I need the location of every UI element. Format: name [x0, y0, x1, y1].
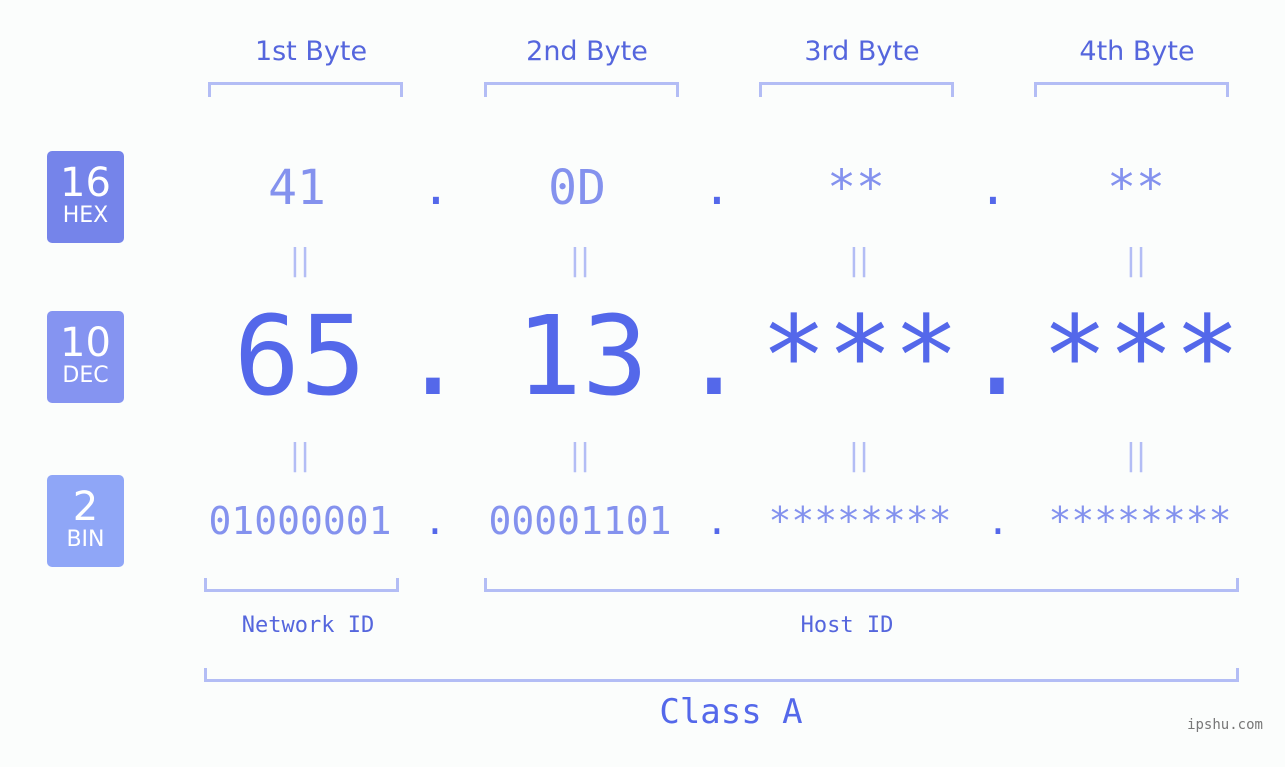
byte-header-1: 1st Byte — [254, 36, 368, 67]
hex-byte-2: 0D — [548, 160, 606, 216]
network-id-bracket — [204, 578, 399, 592]
dec-base-number: 10 — [60, 320, 111, 366]
byte-header-4: 4th Byte — [1079, 36, 1195, 67]
byte-bracket-3 — [759, 82, 954, 97]
bin-byte-2: 00001101 — [488, 499, 672, 543]
hex-separator: . — [978, 160, 1008, 216]
byte-header-3: 3rd Byte — [804, 36, 920, 67]
equals-sign: || — [569, 438, 591, 473]
bin-separator: . — [423, 499, 447, 543]
hex-byte-3: ** — [827, 160, 885, 216]
equals-sign: || — [848, 438, 870, 473]
bin-byte-1: 01000001 — [208, 499, 392, 543]
bin-separator: . — [705, 499, 729, 543]
dec-separator: . — [680, 292, 748, 420]
class-label: Class A — [659, 692, 803, 732]
dec-separator: . — [963, 292, 1031, 420]
hex-separator: . — [421, 160, 451, 216]
network-id-label: Network ID — [241, 613, 375, 638]
byte-bracket-1 — [208, 82, 403, 97]
hex-base-label: HEX — [62, 203, 109, 228]
equals-sign: || — [1125, 243, 1147, 278]
dec-separator: . — [399, 292, 467, 420]
equals-sign: || — [289, 438, 311, 473]
hex-separator: . — [702, 160, 732, 216]
dec-badge: 10 DEC — [47, 311, 124, 403]
bin-base-number: 2 — [72, 484, 99, 530]
hex-byte-1: 41 — [268, 160, 326, 216]
equals-sign: || — [1125, 438, 1147, 473]
hex-badge: 16 HEX — [47, 151, 124, 243]
host-id-bracket — [484, 578, 1239, 592]
byte-bracket-2 — [484, 82, 679, 97]
bin-badge: 2 BIN — [47, 475, 124, 567]
bin-byte-3: ******** — [768, 499, 952, 543]
equals-sign: || — [569, 243, 591, 278]
bin-separator: . — [986, 499, 1010, 543]
byte-bracket-4 — [1034, 82, 1229, 97]
class-bracket — [204, 668, 1239, 682]
watermark: ipshu.com — [1187, 717, 1263, 733]
equals-sign: || — [848, 243, 870, 278]
dec-byte-3: *** — [760, 292, 960, 420]
dec-byte-1: 65 — [233, 292, 367, 420]
hex-byte-4: ** — [1107, 160, 1165, 216]
byte-header-2: 2nd Byte — [526, 36, 648, 67]
dec-byte-2: 13 — [515, 292, 649, 420]
hex-base-number: 16 — [60, 160, 111, 206]
bin-byte-4: ******** — [1048, 499, 1232, 543]
dec-byte-4: *** — [1041, 292, 1241, 420]
host-id-label: Host ID — [800, 613, 894, 638]
bin-base-label: BIN — [66, 527, 105, 552]
equals-sign: || — [289, 243, 311, 278]
dec-base-label: DEC — [62, 363, 109, 388]
